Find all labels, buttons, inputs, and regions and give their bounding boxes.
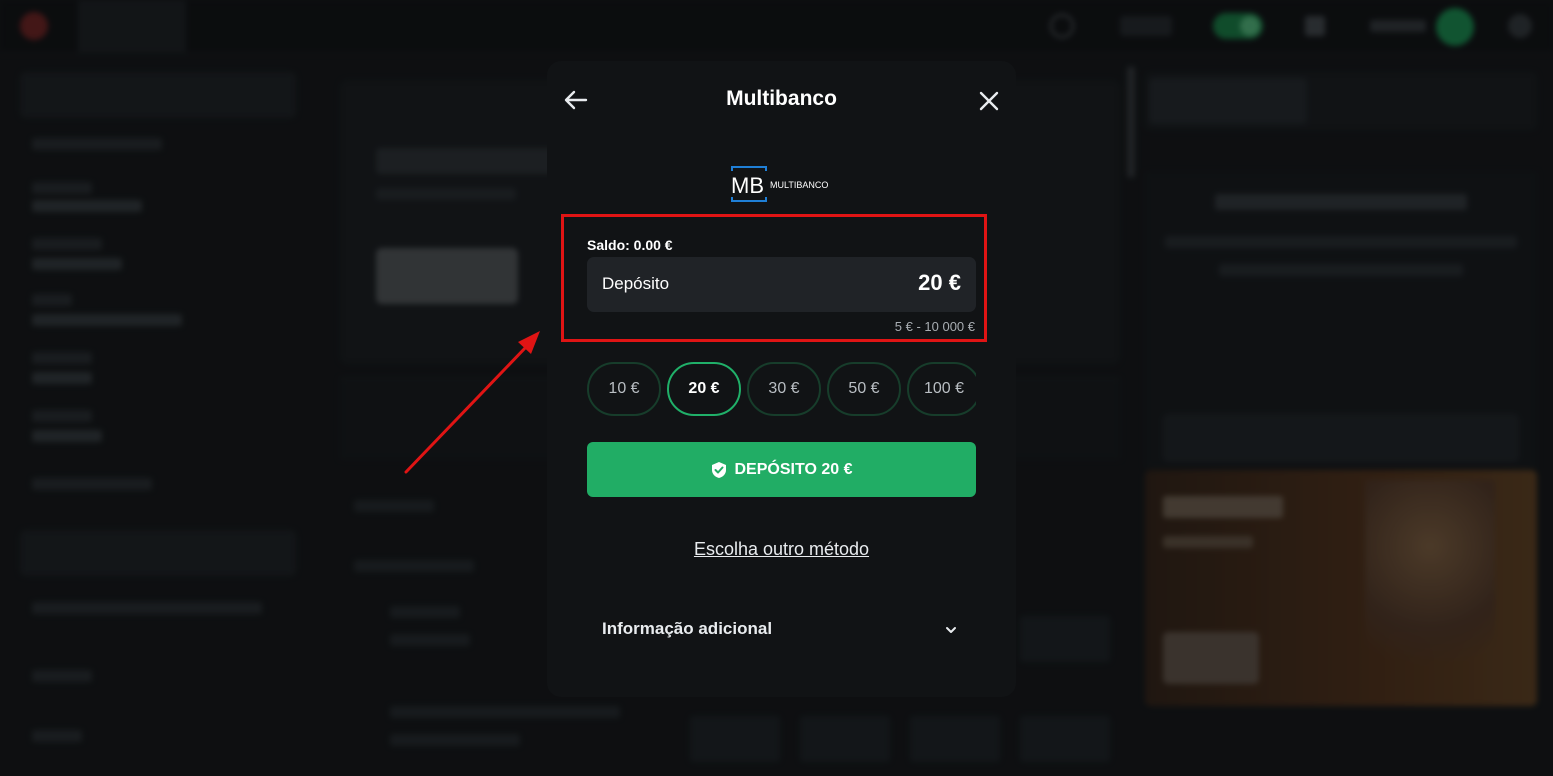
amount-chip-50[interactable]: 50 €	[827, 362, 901, 416]
amount-chips: 10 € 20 € 30 € 50 € 100 €	[587, 362, 976, 418]
amount-chip-100[interactable]: 100 €	[907, 362, 976, 416]
balance-label: Saldo: 0.00 €	[587, 237, 673, 253]
svg-text:MULTIBANCO: MULTIBANCO	[770, 180, 828, 190]
svg-text:MB: MB	[731, 173, 764, 198]
deposit-button[interactable]: DEPÓSITO 20 €	[587, 442, 976, 497]
multibanco-logo: MB MULTIBANCO	[730, 165, 832, 203]
multibanco-logo-graphic: MB MULTIBANCO	[731, 166, 828, 202]
choose-other-method-link[interactable]: Escolha outro método	[547, 539, 1016, 560]
deposit-limits: 5 € - 10 000 €	[894, 319, 975, 334]
chevron-down-icon	[946, 627, 956, 633]
modal-title: Multibanco	[726, 87, 837, 110]
additional-info-toggle[interactable]: Informação adicional	[587, 609, 976, 651]
additional-info-label: Informação adicional	[602, 619, 773, 638]
choose-other-method-label: Escolha outro método	[693, 539, 870, 559]
shield-check-icon	[711, 461, 726, 478]
amount-chip-30[interactable]: 30 €	[747, 362, 821, 416]
deposit-field-value[interactable]: 20 €	[918, 270, 961, 296]
close-icon[interactable]	[976, 88, 1002, 114]
deposit-modal: Multibanco MB MULTIBANCO Saldo: 0.00 € D…	[547, 61, 1016, 697]
deposit-field-label: Depósito	[602, 274, 670, 293]
amount-chip-20[interactable]: 20 €	[667, 362, 741, 416]
amount-chip-10[interactable]: 10 €	[587, 362, 661, 416]
deposit-button-label: DEPÓSITO 20 €	[734, 460, 853, 478]
deposit-amount-field[interactable]: Depósito 20 €	[587, 257, 976, 312]
